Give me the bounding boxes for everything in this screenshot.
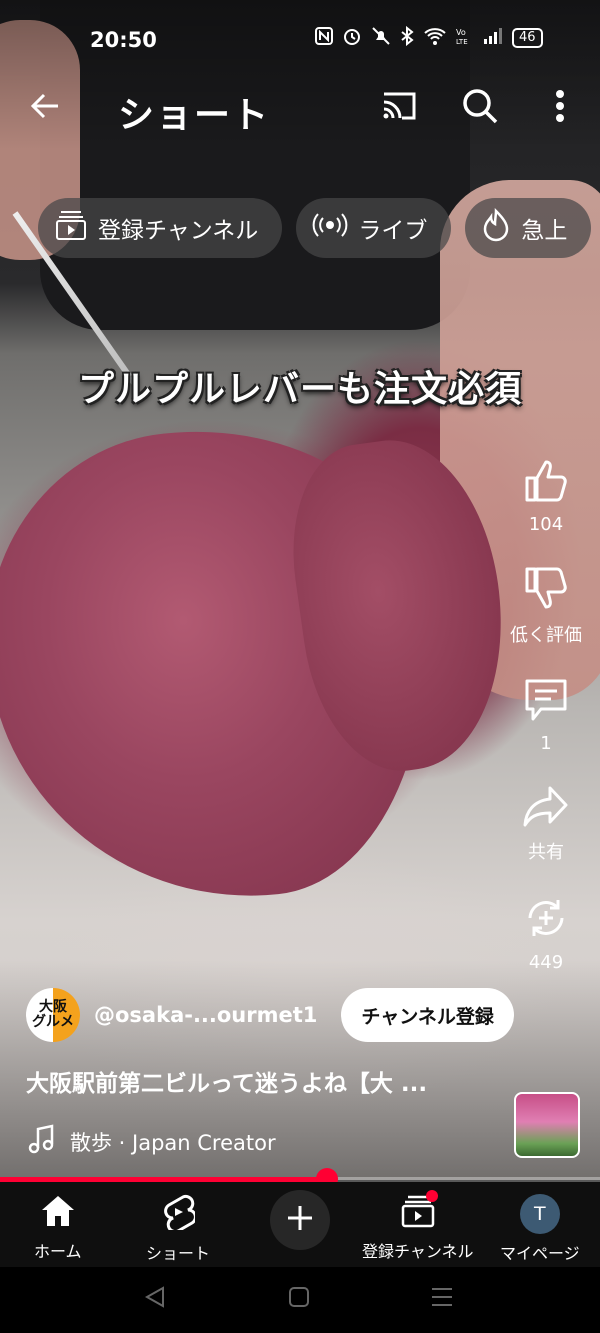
remix-button[interactable]: 449 xyxy=(522,894,570,973)
remix-icon xyxy=(522,894,570,946)
svg-text:LTE: LTE xyxy=(456,38,468,46)
chip-subscriptions[interactable]: 登録チャンネル xyxy=(38,198,283,258)
notification-dot xyxy=(425,1190,438,1202)
like-count: 104 xyxy=(528,514,564,535)
plus-icon xyxy=(285,1203,315,1237)
nfc-icon xyxy=(315,27,333,49)
wifi-icon xyxy=(423,26,447,50)
create-button[interactable] xyxy=(270,1190,330,1250)
signal-icon xyxy=(483,27,503,49)
svg-text:Vo: Vo xyxy=(456,28,466,37)
shorts-header: ショート xyxy=(0,80,600,140)
nav-home-label: ホーム xyxy=(34,1242,82,1261)
music-label: 散歩 · Japan Creator xyxy=(70,1130,276,1155)
system-nav-bar xyxy=(0,1267,600,1333)
nav-subscriptions[interactable]: 登録チャンネル xyxy=(362,1190,474,1262)
chip-label: 登録チャンネル xyxy=(98,218,259,244)
share-icon xyxy=(522,784,570,832)
subscriptions-nav-icon xyxy=(400,1190,438,1232)
status-bar: 20:50 Vo LTE 46 xyxy=(0,0,600,80)
nav-shorts-label: ショート xyxy=(146,1244,211,1263)
comment-icon xyxy=(523,677,569,727)
nav-mypage-label: マイページ xyxy=(500,1244,580,1263)
chip-label: ライブ xyxy=(358,218,428,244)
system-menu-icon[interactable] xyxy=(431,1286,453,1312)
chip-trending[interactable]: 急上 xyxy=(465,198,592,258)
bottom-nav: ホーム ショート 登録チャンネル T マイページ xyxy=(0,1182,600,1267)
alarm-icon xyxy=(342,26,362,50)
nav-mypage[interactable]: T マイページ xyxy=(500,1194,580,1264)
channel-row: 大阪 グルメ @osaka-...ourmet1 チャンネル登録 xyxy=(26,988,514,1042)
dislike-label: 低く評価 xyxy=(510,625,582,646)
page-title: ショート xyxy=(118,95,271,136)
music-note-icon xyxy=(28,1124,56,1159)
status-icons: Vo LTE 46 xyxy=(315,25,543,50)
thumbs-up-icon xyxy=(523,458,569,508)
back-arrow-icon[interactable] xyxy=(28,88,68,128)
trending-icon xyxy=(481,207,511,248)
more-vert-icon[interactable] xyxy=(552,86,568,130)
profile-avatar: T xyxy=(519,1194,560,1234)
video-overlay-caption: プルプルレバーも注文必須 xyxy=(77,368,522,410)
remix-count: 449 xyxy=(528,952,564,973)
subscriptions-icon xyxy=(54,208,88,248)
sound-thumbnail[interactable] xyxy=(514,1092,580,1158)
bluetooth-icon xyxy=(400,25,414,50)
shorts-icon xyxy=(161,1194,197,1234)
chip-label: 急上 xyxy=(521,218,568,244)
system-home-icon[interactable] xyxy=(288,1286,310,1312)
share-button[interactable]: 共有 xyxy=(522,784,570,864)
subscribe-button[interactable]: チャンネル登録 xyxy=(341,988,514,1042)
home-icon xyxy=(40,1194,76,1232)
chip-live[interactable]: ライブ xyxy=(296,198,452,258)
comment-count: 1 xyxy=(540,733,552,754)
channel-avatar[interactable]: 大阪 グルメ xyxy=(26,988,80,1042)
video-title[interactable]: 大阪駅前第二ビルって迷うよね【大 ... xyxy=(26,1064,427,1098)
music-row[interactable]: 散歩 · Japan Creator xyxy=(28,1124,276,1159)
action-rail: 104 低く評価 1 共有 449 xyxy=(506,458,586,1003)
system-back-icon[interactable] xyxy=(144,1285,166,1313)
comments-button[interactable]: 1 xyxy=(523,677,569,754)
share-label: 共有 xyxy=(528,842,564,863)
filter-chips: 登録チャンネル ライブ 急上 xyxy=(38,198,592,258)
nav-subscriptions-label: 登録チャンネル xyxy=(362,1242,474,1261)
status-time: 20:50 xyxy=(90,28,157,52)
channel-handle[interactable]: @osaka-...ourmet1 xyxy=(94,1003,317,1027)
nav-home[interactable]: ホーム xyxy=(34,1194,82,1262)
cast-icon[interactable] xyxy=(380,88,420,128)
thumbs-down-icon xyxy=(523,565,569,615)
volte-icon: Vo LTE xyxy=(456,26,474,50)
nav-shorts[interactable]: ショート xyxy=(146,1194,210,1264)
like-button[interactable]: 104 xyxy=(523,458,569,535)
mute-icon xyxy=(371,26,391,50)
dislike-button[interactable]: 低く評価 xyxy=(510,565,582,647)
live-icon xyxy=(312,210,348,246)
battery-indicator: 46 xyxy=(512,28,543,48)
search-icon[interactable] xyxy=(460,86,500,130)
